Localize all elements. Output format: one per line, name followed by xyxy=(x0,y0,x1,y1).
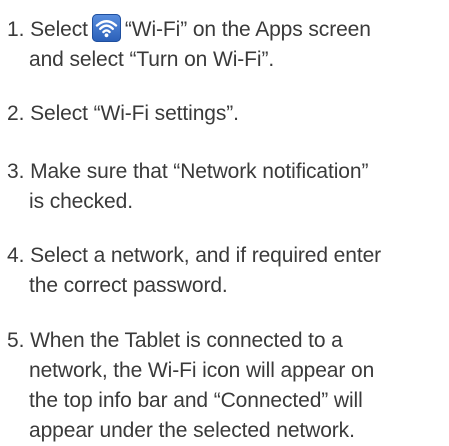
step-text: When the Tablet is connected to a xyxy=(30,329,343,352)
step-number: 5. xyxy=(7,329,25,352)
step-text: and select “Turn on Wi-Fi”. xyxy=(29,48,275,71)
step-number: 2. xyxy=(7,102,25,125)
step-text: network, the Wi-Fi icon will appear on xyxy=(29,359,375,382)
step-text: Select “Wi-Fi settings”. xyxy=(30,102,239,125)
instruction-steps: 1. Select “Wi-Fi” on the Apps screen and… xyxy=(0,0,449,442)
step-text: the top info bar and “Connected” will xyxy=(29,389,363,412)
step-text: the correct password. xyxy=(29,274,228,297)
step-text: Make sure that “Network notification” xyxy=(30,160,369,183)
step-number: 4. xyxy=(7,244,25,267)
step-text: appear under the selected network. xyxy=(29,419,355,442)
step-text: is checked. xyxy=(29,190,133,213)
step-5: 5. When the Tablet is connected to a net… xyxy=(7,326,447,446)
step-2: 2. Select “Wi-Fi settings”. xyxy=(7,99,447,129)
step-3: 3. Make sure that “Network notification”… xyxy=(7,157,447,217)
step-4: 4. Select a network, and if required ent… xyxy=(7,241,447,301)
step-text: Select a network, and if required enter xyxy=(30,244,382,267)
step-number: 3. xyxy=(7,160,25,183)
step-number: 1. xyxy=(7,18,25,41)
wifi-icon xyxy=(91,14,121,42)
step-text: “Wi-Fi” on the Apps screen xyxy=(124,18,371,41)
step-text: Select xyxy=(30,18,88,41)
step-1: 1. Select “Wi-Fi” on the Apps screen and… xyxy=(7,14,447,75)
